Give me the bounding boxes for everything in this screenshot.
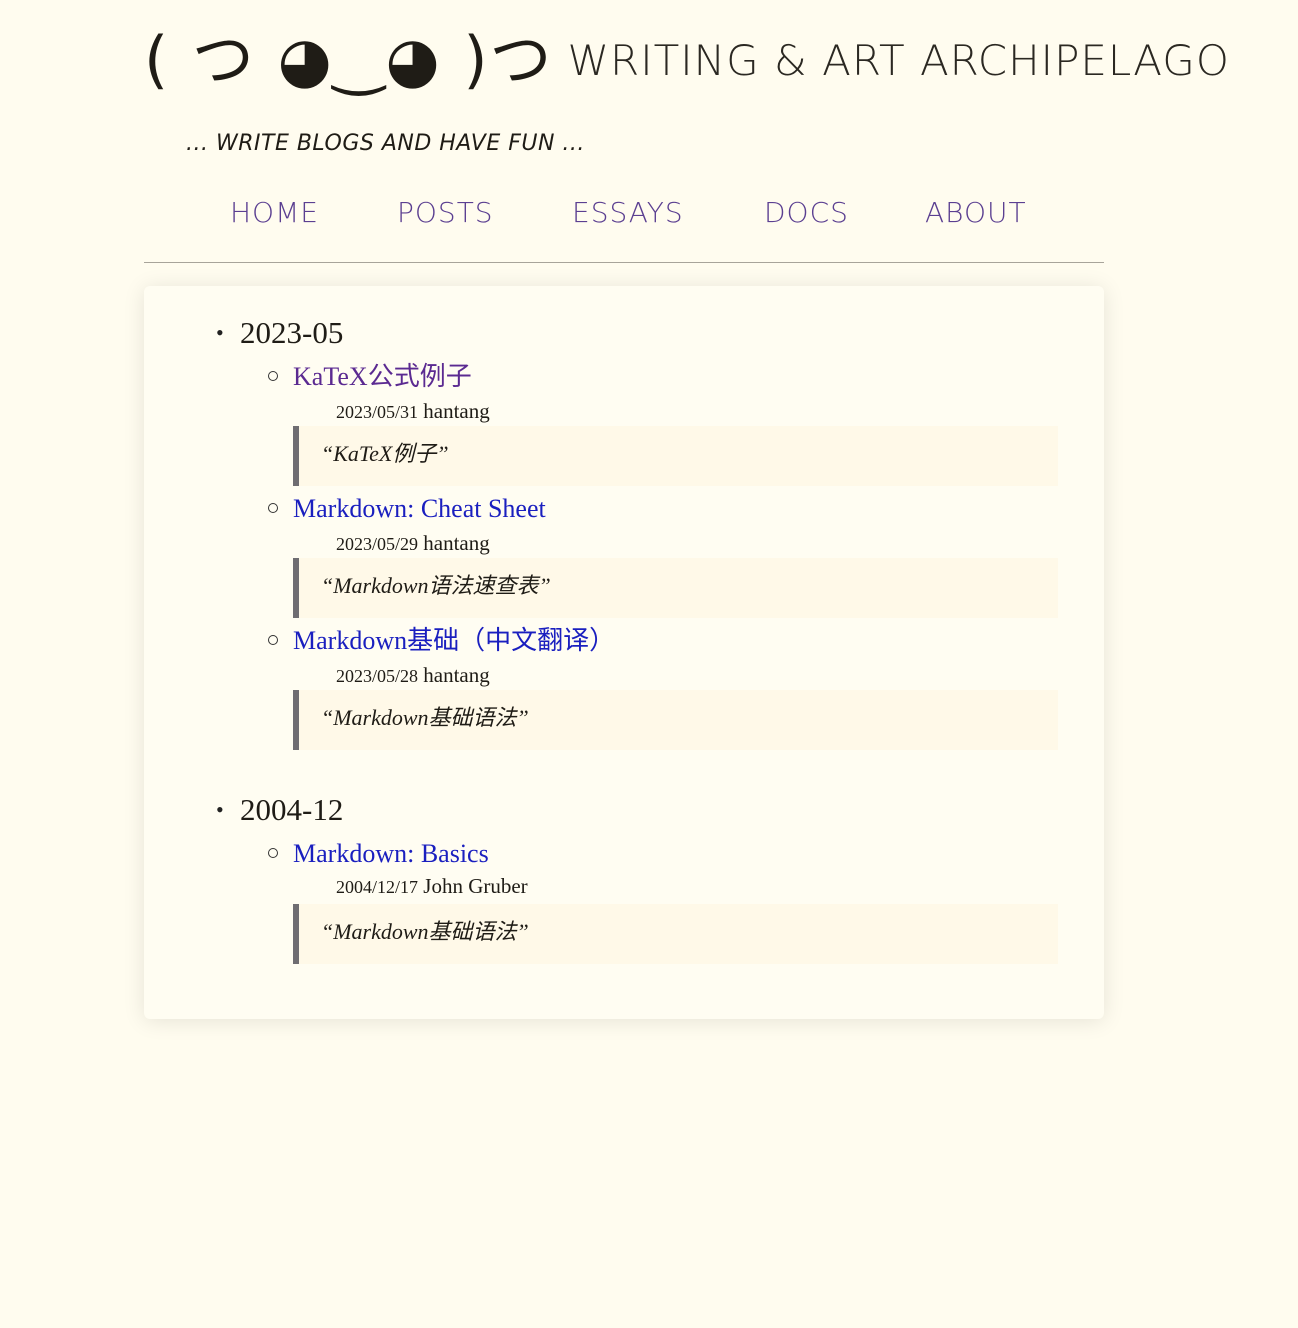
post-author: hantang <box>423 663 490 687</box>
year-heading: 2004-12 <box>240 792 344 827</box>
excerpt-text: “Markdown语法速查表” <box>321 573 551 598</box>
bullet-icon: • <box>216 797 224 822</box>
main-nav: HOME POSTS ESSAYS DOCS ABOUT <box>144 196 1104 240</box>
logo-face[interactable]: ( つ ◕‿◕ )つ <box>144 29 554 91</box>
nav-home[interactable]: HOME <box>230 196 319 229</box>
post-meta: 2004/12/17 John Gruber <box>336 874 528 899</box>
post-title-link[interactable]: Markdown: Cheat Sheet <box>293 495 546 523</box>
post-excerpt: “Markdown基础语法” <box>293 904 1058 964</box>
post-meta: 2023/05/31 hantang <box>336 399 490 424</box>
post-author: John Gruber <box>423 874 528 898</box>
nav-about[interactable]: ABOUT <box>925 196 1027 229</box>
excerpt-text: “Markdown基础语法” <box>321 705 529 730</box>
bullet-icon: • <box>216 320 224 345</box>
post-title-link[interactable]: KaTeX公式例子 <box>293 363 472 391</box>
site-title[interactable]: Writing & Art Archipelago <box>568 36 1230 85</box>
post-date: 2023/05/28 <box>336 666 419 686</box>
nav-posts[interactable]: POSTS <box>397 196 494 229</box>
header-divider <box>144 262 1104 263</box>
post-author: hantang <box>423 399 490 423</box>
site-tagline: ... write blogs and have fun ... <box>186 131 585 156</box>
excerpt-text: “Markdown基础语法” <box>321 919 529 944</box>
circle-bullet-icon <box>268 848 278 858</box>
post-title-link[interactable]: Markdown基础（中文翻译） <box>293 627 615 655</box>
post-excerpt: “KaTeX例子” <box>293 426 1058 486</box>
excerpt-text: “KaTeX例子” <box>321 441 449 466</box>
post-date: 2023/05/31 <box>336 402 419 422</box>
nav-essays[interactable]: ESSAYS <box>572 196 684 229</box>
site-header: ( つ ◕‿◕ )つ Writing & Art Archipelago ...… <box>144 18 1229 230</box>
nav-docs[interactable]: DOCS <box>764 196 849 229</box>
post-excerpt: “Markdown基础语法” <box>293 690 1058 750</box>
post-excerpt: “Markdown语法速查表” <box>293 558 1058 618</box>
post-title-link[interactable]: Markdown: Basics <box>293 840 489 868</box>
post-author: hantang <box>423 531 490 555</box>
post-meta: 2023/05/28 hantang <box>336 663 490 688</box>
post-meta: 2023/05/29 hantang <box>336 531 490 556</box>
circle-bullet-icon <box>268 371 278 381</box>
post-date: 2004/12/17 <box>336 877 419 897</box>
archive-card: • 2023-05 KaTeX公式例子 2023/05/31 hantang “… <box>144 286 1104 1019</box>
circle-bullet-icon <box>268 635 278 645</box>
year-heading: 2023-05 <box>240 315 344 350</box>
circle-bullet-icon <box>268 503 278 513</box>
post-date: 2023/05/29 <box>336 534 419 554</box>
